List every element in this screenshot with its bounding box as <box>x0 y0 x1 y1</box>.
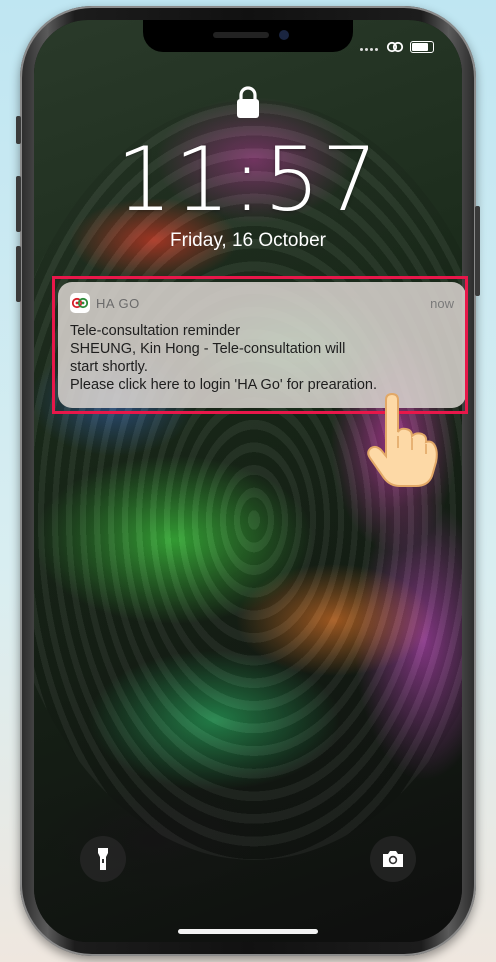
side-button-volume-down <box>16 246 21 302</box>
lock-screen-date: Friday, 16 October <box>170 230 326 251</box>
link-icon <box>386 41 404 53</box>
earpiece-speaker <box>213 32 269 38</box>
signal-icon <box>360 38 380 56</box>
flashlight-icon <box>98 848 108 870</box>
front-camera <box>279 30 289 40</box>
side-button-power <box>475 206 480 296</box>
side-button-volume-up <box>16 176 21 232</box>
lock-icon <box>237 86 259 118</box>
home-indicator[interactable] <box>178 929 318 934</box>
status-bar-right <box>360 38 434 56</box>
pointing-hand-icon <box>367 392 438 487</box>
notch <box>143 20 353 52</box>
camera-icon <box>383 851 403 867</box>
flashlight-button[interactable] <box>80 836 126 882</box>
side-button-silent <box>16 116 21 144</box>
camera-button[interactable] <box>370 836 416 882</box>
lock-screen-clock: 11:57 <box>116 128 380 231</box>
battery-icon <box>410 41 434 53</box>
